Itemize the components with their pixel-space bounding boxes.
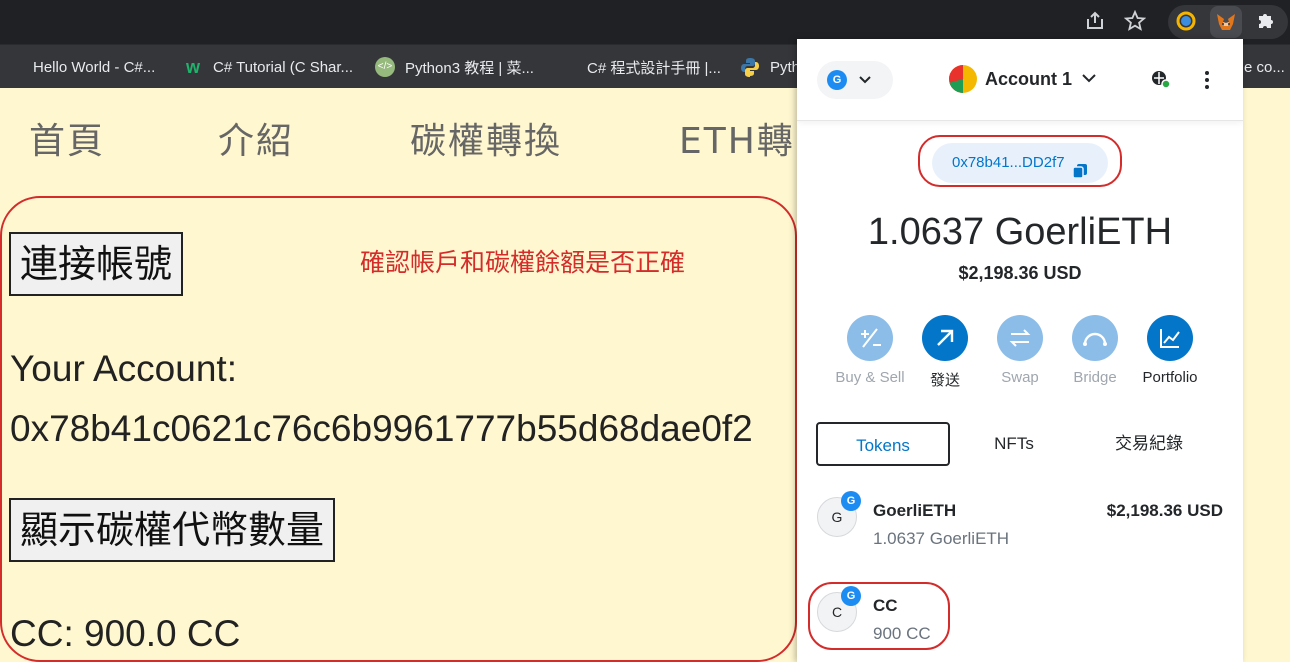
fiat-balance: $2,198.36 USD bbox=[958, 263, 1082, 283]
primary-balance: 1.0637 GoerliETH bbox=[867, 211, 1173, 253]
more-options-icon[interactable] bbox=[1197, 69, 1217, 96]
bookmark-label: e co... bbox=[1244, 58, 1285, 76]
python-logo-icon bbox=[740, 57, 760, 77]
swap-icon bbox=[997, 315, 1043, 361]
bookmark-label: C# 程式設計手冊 |... bbox=[587, 59, 721, 77]
bookmark-label: Pyth bbox=[770, 58, 801, 76]
browser-toolbar bbox=[0, 0, 1290, 44]
asset-name: GoerliETH bbox=[873, 501, 957, 520]
tab-nfts[interactable]: NFTs bbox=[947, 422, 1081, 466]
asset-tabs: Tokens NFTs 交易紀錄 bbox=[797, 422, 1243, 468]
chevron-down-icon bbox=[857, 69, 873, 94]
nav-intro[interactable]: 介紹 bbox=[218, 112, 294, 164]
bookmark-python[interactable]: Pyth bbox=[740, 56, 800, 78]
asset-amount: 1.0637 GoerliETH bbox=[873, 529, 1010, 548]
chart-icon bbox=[1147, 315, 1193, 361]
bookmark-truncated[interactable]: e co... bbox=[1244, 56, 1285, 78]
annotation-cc-ring bbox=[808, 582, 950, 650]
send-button[interactable]: 發送 bbox=[905, 315, 985, 390]
network-badge: G bbox=[827, 70, 847, 90]
bridge-button[interactable]: Bridge bbox=[1055, 315, 1135, 386]
bookmark-hello-world[interactable]: Hello World - C#... bbox=[3, 56, 155, 78]
share-icon[interactable] bbox=[1083, 10, 1107, 34]
bookmark-python3[interactable]: </> Python3 教程 | 菜... bbox=[375, 56, 534, 78]
extension-q-icon[interactable] bbox=[1174, 10, 1198, 34]
nav-carbon-convert[interactable]: 碳權轉換 bbox=[410, 112, 562, 164]
action-label: Swap bbox=[1001, 369, 1039, 386]
connected-sites-icon[interactable] bbox=[1149, 68, 1173, 97]
show-balance-button[interactable]: 顯示碳權代幣數量 bbox=[9, 498, 336, 562]
wallet-header: G Account 1 bbox=[797, 39, 1243, 121]
microsoft-logo-icon bbox=[557, 57, 577, 77]
plus-minus-icon bbox=[847, 315, 893, 361]
nav-home[interactable]: 首頁 bbox=[29, 112, 105, 164]
annotation-note: 確認帳戶和碳權餘額是否正確 bbox=[360, 248, 686, 277]
network-badge: G bbox=[841, 491, 861, 511]
bookmark-label: C# Tutorial (C Shar... bbox=[213, 58, 354, 76]
account-avatar bbox=[949, 65, 977, 93]
swap-button[interactable]: Swap bbox=[980, 315, 1060, 386]
account-name: Account 1 bbox=[985, 69, 1073, 89]
bookmark-label: Hello World - C#... bbox=[33, 58, 156, 76]
bridge-icon bbox=[1072, 315, 1118, 361]
chevron-down-icon bbox=[1081, 70, 1097, 91]
cc-balance-text: CC: 900.0 CC bbox=[10, 613, 241, 654]
action-label: Buy & Sell bbox=[835, 369, 905, 386]
metamask-popup: G Account 1 0x78b41...DD2f7 1.0637 Goerl… bbox=[797, 39, 1243, 662]
account-label: Your Account: bbox=[10, 348, 237, 389]
bookmark-star-icon[interactable] bbox=[1123, 9, 1147, 34]
portfolio-button[interactable]: Portfolio bbox=[1130, 315, 1210, 386]
microsoft-logo-icon bbox=[3, 57, 23, 77]
action-label: Bridge bbox=[1073, 369, 1117, 386]
account-selector[interactable]: Account 1 bbox=[985, 69, 1097, 91]
nav-eth-transfer[interactable]: ETH轉 bbox=[679, 112, 795, 164]
network-selector[interactable]: G bbox=[817, 61, 893, 99]
send-arrow-icon bbox=[922, 315, 968, 361]
action-label: 發送 bbox=[929, 372, 960, 389]
tab-activity[interactable]: 交易紀錄 bbox=[1082, 422, 1216, 466]
asset-value: $2,198.36 USD bbox=[1106, 501, 1223, 520]
tab-tokens[interactable]: Tokens bbox=[816, 422, 950, 466]
bookmark-label: Python3 教程 | 菜... bbox=[405, 59, 534, 77]
connect-account-button[interactable]: 連接帳號 bbox=[9, 232, 184, 296]
runoob-logo-icon: </> bbox=[375, 57, 395, 77]
action-label: Portfolio bbox=[1142, 369, 1198, 386]
bookmark-csharp-tutorial[interactable]: w C# Tutorial (C Shar... bbox=[183, 56, 353, 78]
metamask-fox-icon bbox=[1214, 10, 1238, 34]
bookmark-csharp-guide[interactable]: C# 程式設計手冊 |... bbox=[557, 56, 721, 78]
extensions-puzzle-icon[interactable] bbox=[1254, 10, 1278, 34]
annotation-address-ring bbox=[918, 135, 1122, 187]
buy-sell-button[interactable]: Buy & Sell bbox=[830, 315, 910, 386]
w-logo-icon: w bbox=[185, 57, 200, 77]
account-address: 0x78b41c0621c76c6b9961777b55d68dae0f2 bbox=[10, 408, 753, 449]
